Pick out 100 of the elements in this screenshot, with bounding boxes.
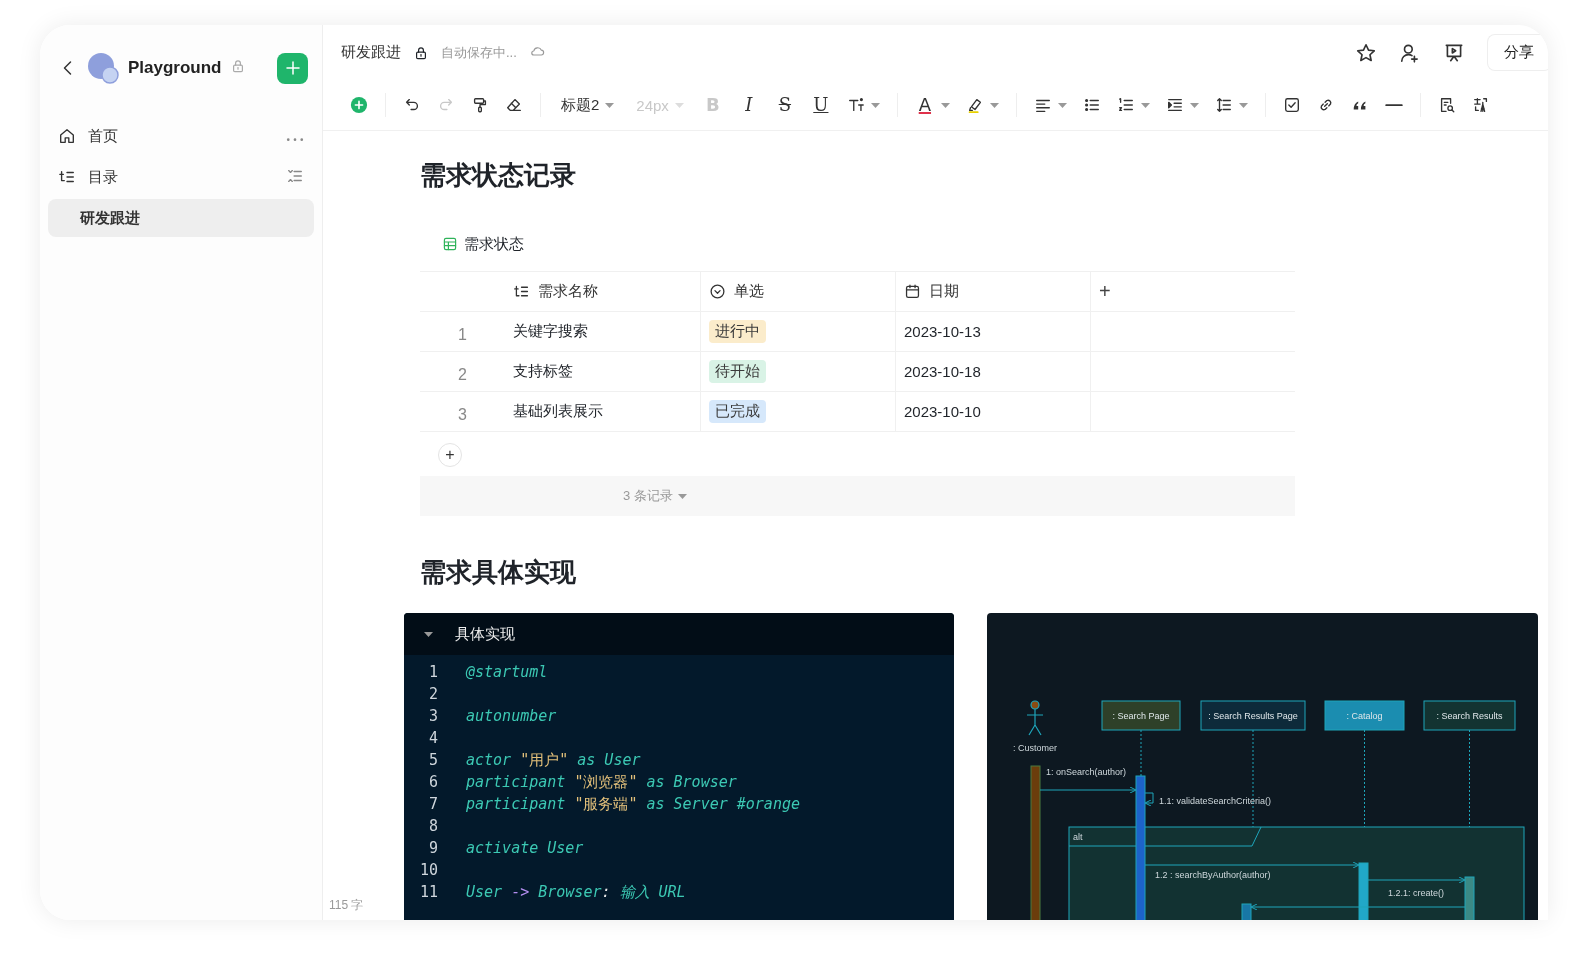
line-number: 8 (427, 816, 438, 837)
table-cell: 2023-10-13 (904, 323, 981, 340)
message-label: 1: onSearch(author) (1046, 767, 1127, 777)
row-number: 3 (457, 404, 468, 425)
table-cell: 支持标签 (513, 362, 573, 381)
add-user-button[interactable] (1399, 41, 1421, 64)
sidebar-item[interactable]: 目录 (48, 158, 314, 196)
line-number: 2 (427, 684, 438, 705)
home-icon (58, 127, 76, 145)
message-label: 1.1: validateSearchCriteria() (1159, 796, 1272, 806)
status-tag: 已完成 (709, 400, 766, 423)
color-button[interactable]: A (907, 92, 957, 118)
presentation-button[interactable] (1443, 41, 1465, 64)
collapse-toggle[interactable] (424, 631, 433, 637)
add-button[interactable] (277, 52, 308, 84)
code-block-title: 具体实现 (455, 624, 515, 644)
add-column-button[interactable]: + (1099, 280, 1111, 303)
caret-icon (424, 631, 433, 637)
code-line: autonumber (465, 706, 557, 727)
add-row-button[interactable]: + (438, 443, 462, 467)
column-header: 单选 (734, 282, 764, 301)
activation-bar (1464, 876, 1475, 920)
caret-icon (989, 102, 999, 108)
document-title: 研发跟进 (341, 43, 401, 62)
paint-roller-icon (471, 96, 489, 114)
user-plus-icon (1399, 41, 1421, 64)
line-number: 4 (427, 728, 438, 749)
line-number: 7 (427, 794, 438, 815)
underline-button[interactable]: U (803, 92, 838, 118)
message-label: 1.2.1: create() (1388, 888, 1445, 898)
lock-icon (413, 44, 429, 61)
row-number: 1 (457, 324, 468, 345)
caret-icon (1189, 102, 1199, 108)
participant-label: : Search Results Page (1208, 711, 1298, 721)
translate-icon (1471, 96, 1490, 114)
line-number: 9 (427, 838, 438, 859)
caret-icon (605, 102, 615, 108)
numbered-list-icon (1116, 96, 1135, 114)
caret-icon (1140, 102, 1150, 108)
caret-icon (940, 102, 950, 108)
sidebar-item[interactable]: 首页 (48, 117, 314, 155)
row-number: 2 (457, 364, 468, 385)
line-number: 5 (427, 750, 438, 771)
caret-icon (677, 493, 687, 499)
code-line: actor "用户" as User (465, 750, 641, 771)
heading-dropdown[interactable]: 标题2 (551, 92, 625, 118)
code-line: @startuml (464, 662, 548, 683)
column-header: 日期 (929, 282, 959, 301)
avatar-icon (86, 51, 120, 85)
workspace-title: Playground (128, 58, 222, 78)
code-line: participant "服务端" as Server #orange (465, 794, 800, 815)
add-circle-icon (350, 96, 368, 114)
participant-label: : Search Page (1112, 711, 1170, 721)
column-header: 需求名称 (538, 282, 598, 301)
circle-chevron-icon (709, 283, 726, 300)
eraser-icon (505, 96, 523, 114)
code-line: activate User (465, 838, 584, 859)
line-height-icon (1214, 96, 1233, 114)
activation-bar (1241, 903, 1252, 920)
activation-bar (1358, 862, 1369, 920)
strike-button[interactable]: S (767, 92, 802, 118)
section-heading: 需求具体实现 (420, 556, 577, 589)
table-cell: 基础列表展示 (513, 402, 603, 421)
table-title: 需求状态 (464, 234, 524, 254)
table-cell: 2023-10-18 (904, 363, 981, 380)
checkbox-icon (1282, 96, 1301, 114)
text-format-icon (846, 96, 865, 114)
word-count: 115 字 (329, 897, 364, 914)
line-number: 6 (427, 772, 438, 793)
participant-label: : Search Results (1436, 711, 1503, 721)
caret-icon (1057, 102, 1067, 108)
italic-button[interactable]: I (731, 92, 766, 118)
line-number: 10 (418, 860, 438, 881)
self-message-arrow (1144, 792, 1154, 807)
calendar-icon (904, 283, 921, 300)
star-button[interactable] (1355, 41, 1377, 64)
horizontal-rule-icon (1384, 103, 1403, 107)
bullet-list-icon (1082, 96, 1101, 114)
sidebar-item[interactable]: 研发跟进 (48, 199, 314, 237)
table-cell: 关键字搜索 (513, 322, 588, 341)
fragment-label: alt (1073, 832, 1083, 842)
table-icon (442, 236, 458, 252)
caret-icon (870, 102, 880, 108)
message-label: 1.2 : searchByAuthor(author) (1155, 870, 1271, 880)
code-line: participant "浏览器" as Browser (465, 772, 737, 793)
code-line: User -> Browser: 输入 URL (465, 882, 686, 903)
line-number: 1 (427, 662, 438, 683)
share-button[interactable]: 分享 (1487, 34, 1548, 71)
table-cell: 2023-10-10 (904, 403, 981, 420)
participant-label: : Catalog (1346, 711, 1383, 721)
presentation-icon (1443, 41, 1465, 64)
save-status: 自动保存中... (441, 43, 517, 62)
indent-icon (1165, 96, 1184, 114)
caret-icon (1238, 102, 1248, 108)
section-heading: 需求状态记录 (420, 159, 577, 192)
star-icon (1355, 41, 1377, 64)
more-icon (286, 138, 304, 142)
status-tag: 待开始 (709, 360, 766, 383)
caret-icon (674, 102, 684, 108)
status-tag: 进行中 (709, 320, 766, 343)
